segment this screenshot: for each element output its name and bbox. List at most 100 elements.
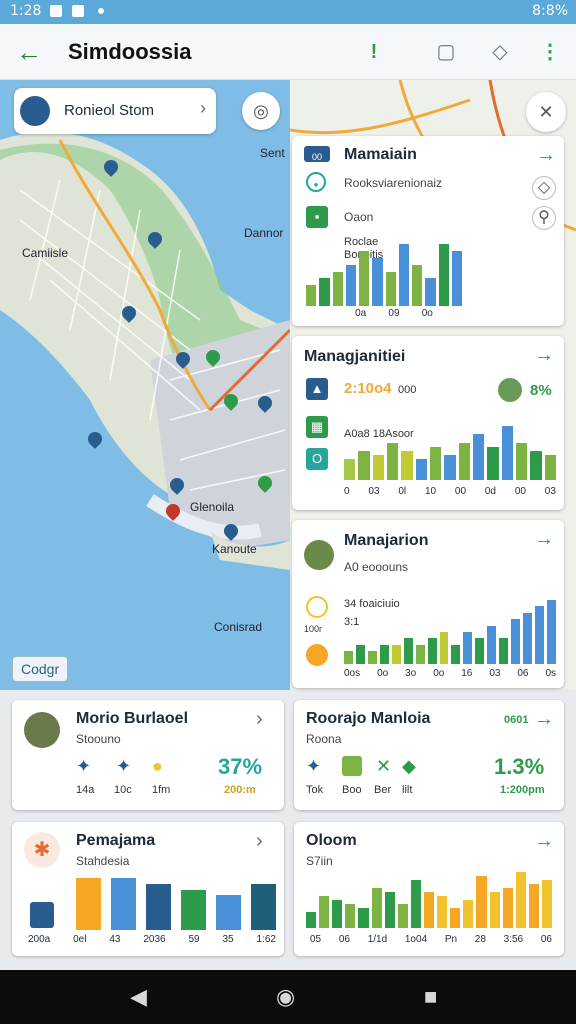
arrow-right-icon[interactable]: → (534, 708, 554, 731)
b2-label-2: Ber (374, 784, 392, 796)
b3-footer: 200a 0el 43 2036 59 35 1:62 (28, 934, 276, 945)
card3-sub: A0 eooouns (344, 560, 409, 574)
top-app-bar: ← Simdoossia ! ▢ ◇ ⋮ (0, 24, 576, 80)
tick-label: 200a (28, 934, 51, 945)
arrow-right-icon[interactable]: → (534, 528, 554, 551)
tick-label: 0o (421, 308, 433, 319)
locate-icon: ◎ (253, 101, 269, 121)
chart-bar (515, 872, 526, 928)
chevron-right-icon[interactable]: › (256, 830, 263, 853)
status-time: 1:28 (10, 3, 42, 19)
chart-bar (379, 644, 389, 664)
bike-icon: ✕ (376, 756, 392, 776)
search-chip[interactable]: Ronieol Stom › (14, 88, 216, 134)
chart-bar (332, 900, 343, 928)
chart-bar (439, 632, 449, 664)
chart-bar (359, 250, 370, 306)
card1-bar-chart (306, 244, 462, 306)
chart-bar (332, 271, 343, 306)
circle-icon: O (306, 448, 328, 470)
b3-bar-chart (76, 878, 276, 930)
chart-bar (319, 278, 330, 306)
location-icon (306, 644, 328, 666)
card-roorajo-manloia[interactable]: Roorajo Manloia Roona 0601 → ✦ ✕ ◆ Tok B… (294, 700, 564, 810)
home-circle-icon[interactable]: ◉ (276, 984, 295, 1010)
chart-bar (384, 892, 395, 928)
chart-bar (358, 908, 369, 928)
chart-bar (451, 644, 461, 664)
phone-icon (30, 902, 54, 928)
locate-button[interactable]: ◎ (242, 92, 280, 130)
chart-bar (372, 455, 384, 480)
chart-bar (429, 446, 442, 480)
map-label-sent: Sent (260, 146, 285, 160)
tick-label: 35 (222, 934, 234, 945)
app-root: 1:28 8:8% ← Simdoossia ! ▢ ◇ ⋮ Ronieol S… (0, 0, 576, 1024)
chart-bar (415, 644, 425, 664)
card-morio-burlaoel[interactable]: Morio Burlaoel Stoouno › ✦ ✦ ● 14a 10c 1… (12, 700, 284, 810)
arrow-right-icon[interactable]: → (536, 144, 556, 167)
tick-label: 06 (517, 668, 529, 679)
card2-percent: 8% (530, 382, 552, 399)
page-title: Simdoossia (68, 39, 192, 64)
chart-bar (475, 638, 485, 664)
chart-bar (355, 644, 365, 664)
b4-sub: S7iin (306, 854, 333, 868)
tag-icon[interactable]: ◇ (486, 38, 514, 66)
tick-label: 28 (474, 934, 486, 945)
chart-bar (450, 908, 461, 928)
b3-sub: Stahdesia (76, 854, 130, 868)
location-icon: ◆ (402, 756, 416, 776)
back-triangle-icon[interactable]: ◀ (130, 984, 147, 1010)
card-managjanitiei[interactable]: Managjanitiei → ▲ 2:10o4 000 8% ▦ O A0a8… (292, 336, 564, 510)
card-oloom[interactable]: Oloom S7iin → 05 06 1/1d 1o04 Pn 28 3:56 06 (294, 822, 564, 956)
chevron-right-icon[interactable]: › (256, 708, 263, 731)
chart-bar (397, 904, 408, 928)
tag-icon[interactable]: ◇ (532, 176, 556, 200)
chart-bar (546, 600, 556, 664)
recents-square-icon[interactable]: ■ (424, 984, 437, 1010)
b4-bar-chart (306, 872, 553, 928)
b2-label-3: lilt (402, 784, 413, 796)
chart-bar (372, 257, 383, 306)
chart-bar (251, 883, 276, 930)
tick-label: 16 (461, 668, 473, 679)
b1-label-2: 1fm (152, 784, 171, 796)
tick-label: 3:56 (503, 934, 524, 945)
chart-bar (415, 459, 427, 480)
b4-title: Oloom (306, 832, 357, 849)
map-view[interactable]: Ronieol Stom › ◎ Camiisle Sent Dannor Gl… (0, 80, 290, 690)
tick-label: 00 (454, 486, 467, 497)
codgr-badge[interactable]: Codgr (12, 656, 69, 682)
tick-label: 09 (388, 308, 400, 319)
map-label-camiisle: Camiisle (22, 246, 69, 260)
tick-label: 0d (484, 486, 496, 497)
alert-icon[interactable]: ! (360, 38, 388, 66)
chevron-right-icon[interactable]: › (200, 98, 206, 119)
square-icon[interactable]: ▢ (432, 38, 460, 66)
map-label-glenoila: Glenoila (190, 500, 235, 514)
chart-bar (451, 250, 462, 306)
tick-label: 1o04 (404, 934, 428, 945)
card-mamaiain[interactable]: 00 Mamaiain → • Rooksviarenionaiz ▪ Oaon… (292, 136, 564, 326)
tick-label: 0 (344, 486, 350, 497)
b2-title: Roorajo Manloia (306, 710, 431, 727)
arrow-right-icon[interactable]: → (534, 344, 554, 367)
tick-label: 0o (433, 668, 445, 679)
pin-icon[interactable]: ⚲ (532, 206, 556, 230)
back-arrow-icon[interactable]: ← (16, 36, 48, 68)
card-pemajama[interactable]: ✱ Pemajama Stahdesia › 200a 0el 43 2036 59 35… (12, 822, 284, 956)
card1-title: Mamaiain (344, 146, 417, 163)
bag-icon (342, 756, 362, 776)
card3-bar-chart (344, 600, 556, 664)
tick-label: 10 (424, 486, 437, 497)
map-drawing (0, 131, 290, 570)
arrow-right-icon[interactable]: → (534, 830, 554, 853)
close-map-button[interactable]: ✕ (526, 92, 566, 132)
chart-bar (530, 450, 542, 480)
more-vertical-icon[interactable]: ⋮ (536, 38, 564, 66)
chart-bar (515, 442, 528, 480)
card-manajarion[interactable]: Manajarion A0 eooouns → 34 foaiciuio 3:1… (292, 520, 564, 688)
tick-label: 2036 (143, 934, 166, 945)
chart-bar (487, 446, 499, 480)
